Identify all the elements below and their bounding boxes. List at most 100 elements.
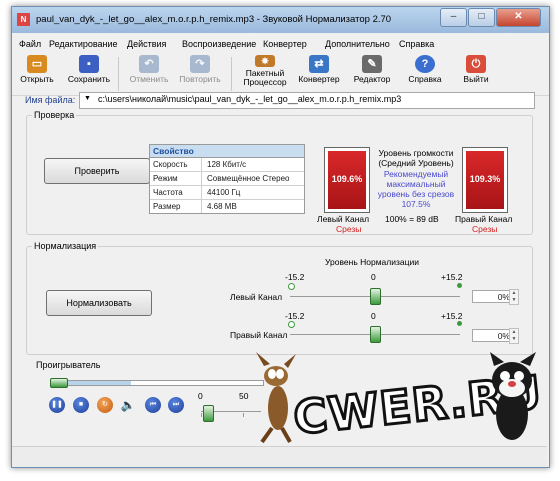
pause-button[interactable]: ❚❚: [49, 397, 65, 413]
toolbar: ▭ Открыть ▪ Сохранить ↶ Отменить ↷ Повто…: [12, 53, 549, 96]
repeat-button[interactable]: ↻: [97, 397, 113, 413]
left-percent-input[interactable]: 0%: [472, 290, 514, 303]
open-folder-icon: ▭: [27, 55, 47, 73]
close-button[interactable]: ✕: [496, 8, 541, 27]
table-row: Частота 44100 Гц: [150, 186, 304, 200]
volume-thumb[interactable]: [203, 405, 214, 422]
help-button[interactable]: ? Справка: [403, 55, 447, 93]
toolbar-separator: [231, 57, 232, 91]
property-key: Режим: [153, 174, 178, 183]
left-clipping-status: Срезы: [336, 224, 362, 234]
left-normalization-slider[interactable]: [288, 282, 462, 305]
mascot-cat-image: [490, 352, 536, 440]
left-percent-spinner[interactable]: ▲ ▼: [509, 289, 519, 305]
redo-button[interactable]: ↷ Повторить: [177, 55, 223, 93]
help-icon: ?: [415, 55, 435, 73]
property-value: Совмещённое Стерео: [207, 174, 290, 183]
file-name-label: Имя файла:: [25, 95, 76, 105]
menu-file[interactable]: Файл: [19, 39, 41, 49]
player-title: Проигрыватель: [34, 360, 103, 370]
right-percent-spinner[interactable]: ▲ ▼: [509, 328, 519, 344]
save-disk-icon: ▪: [79, 55, 99, 73]
volume-button[interactable]: 🔈: [120, 397, 136, 413]
editor-label: Редактор: [353, 74, 391, 84]
left-channel-label: Левый Канал: [317, 214, 370, 224]
converter-button[interactable]: ⇄ Конвертер: [296, 55, 342, 93]
right-clipping-status: Срезы: [472, 224, 498, 234]
left-scale-max: +15.2: [441, 272, 463, 282]
batch-processor-label: Пакетный Процессор: [243, 68, 287, 87]
right-channel-slider-label: Правый Канал: [230, 330, 288, 340]
normalize-button[interactable]: Нормализовать: [46, 290, 152, 316]
left-scale-min: -15.2: [285, 272, 305, 282]
app-logo-icon: N: [17, 13, 30, 26]
slider-thumb[interactable]: [370, 326, 381, 343]
title-bar[interactable]: N paul_van_dyk_-_let_go__alex_m.o.r.p.h_…: [12, 7, 549, 33]
right-percent-input[interactable]: 0%: [472, 329, 514, 342]
file-path-field[interactable]: ▼ c:\users\николай\music\paul_van_dyk_-_…: [79, 92, 535, 109]
normalize-group-title: Нормализация: [32, 241, 99, 251]
right-normalization-slider[interactable]: [288, 320, 462, 343]
left-scale-mid: 0: [371, 272, 376, 282]
table-row: Размер 4.68 MB: [150, 200, 304, 213]
property-key: Частота: [153, 188, 183, 197]
right-level-meter: 109.3%: [462, 147, 508, 213]
repeat-icon: ↻: [102, 401, 108, 408]
menu-bar: Файл Редактирование Действия Воспроизвед…: [12, 35, 549, 53]
table-row: Скорость 128 Кбит/с: [150, 158, 304, 172]
undo-button[interactable]: ↶ Отменить: [128, 55, 170, 93]
properties-header: Свойство: [150, 145, 304, 158]
stop-button[interactable]: ■: [73, 397, 89, 413]
current-level-text: 100% = 89 dB: [385, 214, 439, 224]
editor-icon: ✎: [362, 55, 382, 73]
left-level-value: 109.6%: [331, 174, 363, 184]
check-group-title: Проверка: [32, 110, 77, 120]
open-button[interactable]: ▭ Открыть: [20, 55, 54, 93]
next-icon: ⏭: [172, 401, 180, 408]
right-channel-label: Правый Канал: [455, 214, 513, 224]
check-button[interactable]: Проверить: [44, 158, 150, 184]
save-label: Сохранить: [67, 74, 111, 84]
exit-icon: ⏻: [466, 55, 486, 73]
property-value: 44100 Гц: [207, 188, 241, 197]
loudness-title: Уровень громкости (Средний Уровень): [378, 148, 454, 168]
previous-button[interactable]: ⏮: [145, 397, 161, 413]
menu-playback[interactable]: Воспроизведение: [182, 39, 256, 49]
position-slider[interactable]: [50, 378, 264, 388]
exit-label: Выйти: [463, 74, 489, 84]
menu-extra[interactable]: Дополнительно: [325, 39, 390, 49]
previous-icon: ⏮: [149, 401, 157, 408]
status-bar: [12, 446, 547, 467]
batch-processor-icon: ✸: [255, 55, 275, 67]
undo-icon: ↶: [139, 55, 159, 73]
redo-label: Повторить: [179, 74, 221, 84]
property-value: 128 Кбит/с: [207, 160, 247, 169]
menu-help[interactable]: Справка: [399, 39, 434, 49]
normalization-level-title: Уровень Нормализации: [325, 257, 419, 267]
redo-icon: ↷: [190, 55, 210, 73]
exit-button[interactable]: ⏻ Выйти: [458, 55, 494, 93]
minimize-button[interactable]: –: [440, 8, 467, 27]
menu-actions[interactable]: Действия: [127, 39, 166, 49]
next-button[interactable]: ⏭: [168, 397, 184, 413]
converter-icon: ⇄: [309, 55, 329, 73]
slider-min-dot: [288, 283, 295, 290]
dropdown-arrow-icon[interactable]: ▼: [84, 95, 91, 102]
editor-button[interactable]: ✎ Редактор: [350, 55, 394, 93]
menu-edit[interactable]: Редактирование: [49, 39, 118, 49]
converter-label: Конвертер: [298, 74, 340, 84]
position-thumb[interactable]: [50, 378, 68, 388]
batch-processor-button[interactable]: ✸ Пакетный Процессор: [240, 55, 290, 93]
undo-label: Отменить: [129, 74, 169, 84]
volume-icon: 🔈: [120, 398, 136, 412]
volume-scale-min: 0: [198, 391, 203, 401]
menu-converter[interactable]: Конвертер: [263, 39, 307, 49]
left-level-meter: 109.6%: [324, 147, 370, 213]
save-button[interactable]: ▪ Сохранить: [67, 55, 111, 93]
toolbar-separator: [118, 57, 119, 91]
property-key: Скорость: [153, 160, 188, 169]
slider-max-dot: [457, 321, 462, 326]
volume-tick: [243, 413, 244, 417]
maximize-button[interactable]: □: [468, 8, 495, 27]
slider-thumb[interactable]: [370, 288, 381, 305]
